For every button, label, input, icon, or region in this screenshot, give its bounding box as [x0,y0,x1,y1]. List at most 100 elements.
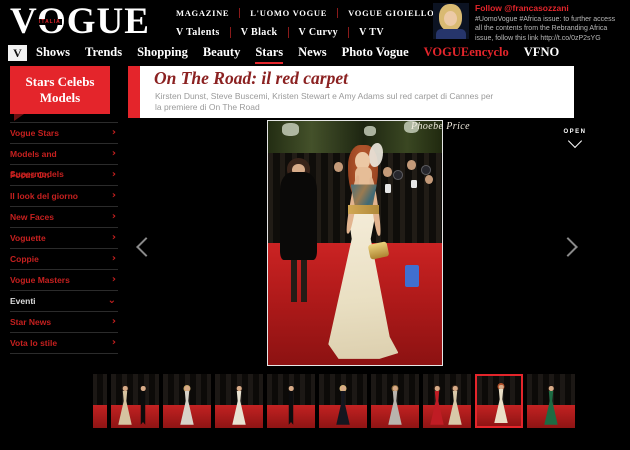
thumbnail-phoebe-price-cream-dress-selected[interactable] [475,374,523,428]
thumbnail-figure-face [453,386,458,391]
thumbnail-carousel [93,374,581,430]
photo-caption: Phoebe Price [411,121,470,132]
sidebar-item-new-faces[interactable]: New Faces› [10,207,118,228]
thumbnail-woman-white-mermaid-dress[interactable] [215,374,263,428]
chevron-right-icon: › [112,165,118,185]
photo-camera-lens [393,170,403,180]
sidebar-item-focus-on[interactable]: Focus On › [10,165,118,186]
chevron-right-icon: › [112,312,118,332]
thumbnail-figure-face [549,386,554,391]
thumbnail-figure [179,385,195,425]
chevron-down-icon: ⌄ [108,291,118,311]
chevron-right-icon: › [112,144,118,164]
main-photo-phoebe-price[interactable] [267,120,443,366]
sidebar-category-header: Stars Celebs Models [10,66,110,114]
thumbnail-figure-gown [493,389,509,423]
sidebar-item-il-look-del-giorno[interactable]: Il look del giorno› [10,186,118,207]
top-menu-row-primary: MAGAZINEL'UOMO VOGUEVOGUE GIOIELLO [176,8,444,18]
photo-assistant-black-dress [280,172,317,260]
photo-camera-lens [421,165,431,175]
twitter-avatar[interactable] [433,3,469,39]
sidebar-item-vogue-masters[interactable]: Vogue Masters› [10,270,118,291]
avatar-face-shape [444,11,457,26]
sidebar-item-label: Vota lo stile [10,333,57,353]
nav-item-photo-vogue[interactable]: Photo Vogue [342,45,409,64]
sidebar-item-coppie[interactable]: Coppie› [10,249,118,270]
thumbnail-figure [429,385,445,425]
nav-item-stars[interactable]: Stars [255,45,283,64]
chevron-right-icon: › [112,270,118,290]
thumbnail-figure-face [289,386,294,391]
carousel-next-arrow-icon[interactable] [558,237,578,257]
top-menu-sub-item[interactable]: V TV [348,27,394,38]
v-home-badge[interactable]: V [8,45,27,61]
top-menu-item[interactable]: VOGUE GIOIELLO [337,8,444,18]
thumbnail-blonde-woman-dark-navy-dress[interactable] [319,374,367,428]
photo-assistant-leg [291,260,297,301]
top-menu-sub-item[interactable]: V Black [230,27,288,38]
thumbnail-figure [117,385,133,425]
photo-crowd-head [407,160,416,170]
sidebar-item-models-and-supermodels[interactable]: Models and Supermodels› [10,144,118,165]
chevron-down-icon [568,134,582,148]
photo-sky-fleck [282,123,299,135]
thumbnail-figure-gown [117,391,133,425]
sidebar-item-star-news[interactable]: Star News› [10,312,118,333]
twitter-follow-link[interactable]: Follow @francasozzani [475,3,623,13]
chevron-right-icon: › [112,186,118,206]
sidebar-category-tail [14,114,24,121]
thumbnail-couple-beige-gown-and-tuxedo[interactable] [111,374,159,428]
nav-item-trends[interactable]: Trends [85,45,122,64]
photo-assistant-leg [301,260,307,301]
thumbnail-figure-suit [283,391,299,425]
photo-crowd-head [334,162,343,172]
sidebar-item-label: Vogue Stars [10,123,59,143]
avatar-body-shape [436,29,466,39]
top-menu-sub-item[interactable]: V Curvy [288,27,349,38]
thumbnail-woman-emerald-green-dress[interactable] [527,374,575,428]
top-menu-item[interactable]: MAGAZINE [176,8,239,18]
top-menu-item[interactable]: L'UOMO VOGUE [239,8,337,18]
nav-item-shopping[interactable]: Shopping [137,45,188,64]
thumbnail-figure [387,385,403,425]
nav-item-vogueencyclo[interactable]: VOGUEencyclo [424,45,509,64]
thumbnail-figure-face [435,386,440,391]
open-gallery-button[interactable]: OPEN [557,129,593,146]
thumbnail-man-black-suit[interactable] [267,374,315,428]
nav-item-vfno[interactable]: VFNO [524,45,559,64]
nav-item-beauty[interactable]: Beauty [203,45,241,64]
thumbnail-figure [543,385,559,425]
chevron-right-icon: › [112,228,118,248]
thumbnail-partial-thumb-cut-left[interactable] [93,374,107,428]
twitter-message[interactable]: #UomoVogue #Africa issue: to further acc… [475,15,623,43]
thumbnail-figure-gown [179,391,195,425]
top-menu-sub-item[interactable]: V Talents [176,27,230,38]
carousel-prev-arrow-icon[interactable] [136,237,156,257]
sidebar-item-eventi[interactable]: Eventi⌄ [10,291,118,312]
vogue-logo[interactable]: VOGUE [10,2,150,42]
photo-gold-waist-band [348,205,379,214]
nav-item-shows[interactable]: Shows [36,45,70,64]
thumbnail-figure-gown [231,391,247,425]
thumbnail-women-red-and-beige-dresses[interactable] [423,374,471,428]
thumbnail-figure [447,385,463,425]
sidebar-item-vogue-stars[interactable]: Vogue Stars› [10,123,118,144]
thumbnail-figure-suit [135,391,151,425]
thumbnail-figure-face [185,386,190,391]
thumbnail-figure-face [237,386,242,391]
sidebar-item-label: Models and Supermodels [10,144,112,164]
thumbnail-figure-gown [447,391,463,425]
sidebar-item-label: Focus On [10,165,49,185]
sidebar-menu: Vogue Stars›Models and Supermodels›Focus… [10,122,118,354]
photo-shirt-fleck [411,180,417,189]
chevron-right-icon: › [112,249,118,269]
thumbnail-woman-pale-silver-gown-train[interactable] [163,374,211,428]
nav-item-news[interactable]: News [298,45,326,64]
thumbnail-crowd-bg [93,374,107,406]
sidebar-item-voguette[interactable]: Voguette› [10,228,118,249]
sidebar-item-label: New Faces [10,207,54,227]
sidebar-item-vota-lo-stile[interactable]: Vota lo stile› [10,333,118,354]
thumbnail-figure-face [141,386,146,391]
thumbnail-woman-silver-gray-gown[interactable] [371,374,419,428]
photo-crowd-head [383,167,392,177]
